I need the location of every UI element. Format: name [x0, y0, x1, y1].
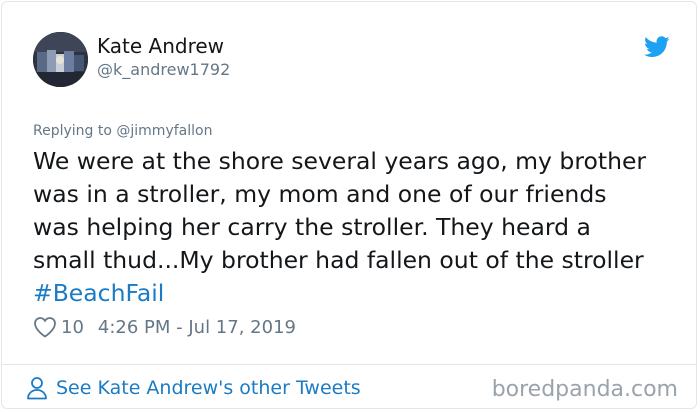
replying-to-handle[interactable]: @jimmyfallon — [116, 123, 212, 139]
person-icon — [27, 377, 47, 400]
replying-to-label: Replying to — [33, 123, 112, 139]
tweet-timestamp[interactable]: 4:26 PM - Jul 17, 2019 — [98, 317, 296, 338]
author-name[interactable]: Kate Andrew — [97, 34, 224, 58]
tweet-text-line: small thud...My brother had fallen out o… — [33, 246, 644, 274]
tweet-text-line: was in a stroller, my mom and one of our… — [33, 180, 607, 208]
replying-to: Replying to @jimmyfallon — [33, 122, 212, 140]
tweet-card: Kate Andrew @k_andrew1792 Replying to @j… — [1, 1, 697, 409]
tweet-text: We were at the shore several years ago, … — [33, 145, 683, 310]
see-more-tweets-link[interactable]: See Kate Andrew's other Tweets — [26, 376, 361, 400]
tweet-text-line: We were at the shore several years ago, … — [33, 147, 647, 175]
tweet-text-line: was helping her carry the stroller. They… — [33, 213, 591, 241]
avatar-photo — [33, 32, 88, 87]
tweet-meta: 10 4:26 PM - Jul 17, 2019 — [33, 314, 296, 340]
like-count[interactable]: 10 — [61, 317, 84, 338]
heart-icon[interactable] — [33, 316, 57, 338]
avatar[interactable] — [33, 32, 88, 87]
hashtag-link[interactable]: #BeachFail — [33, 277, 683, 310]
author-handle[interactable]: @k_andrew1792 — [97, 60, 230, 80]
twitter-bird-icon[interactable] — [644, 36, 670, 58]
see-more-tweets-label[interactable]: See Kate Andrew's other Tweets — [56, 377, 361, 399]
footer-divider — [2, 364, 696, 365]
watermark: boredpanda.com — [491, 377, 678, 402]
